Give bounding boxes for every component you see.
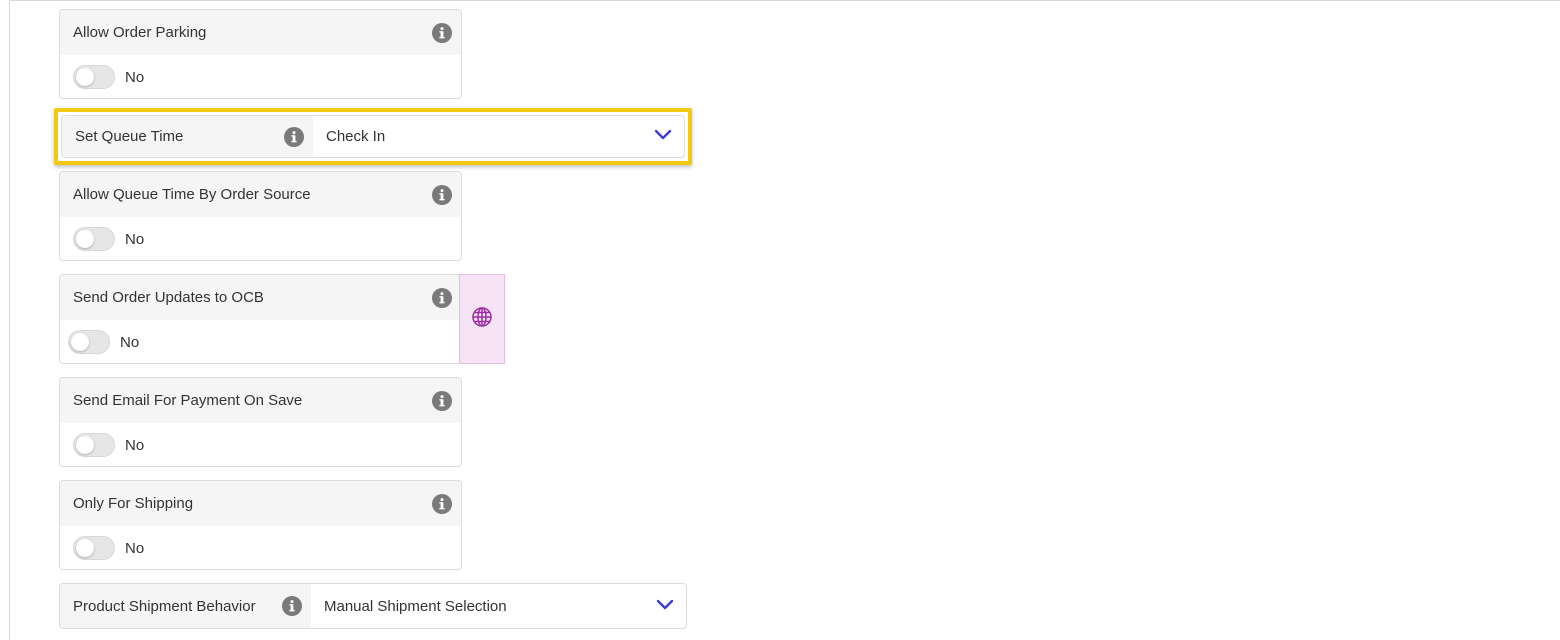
toggle-value-label: No [125,230,145,248]
setting-send-order-updates-to-ocb: Send Order Updates to OCB No [59,274,462,364]
info-icon[interactable] [432,287,452,308]
info-icon[interactable] [432,493,452,514]
select-value: Manual Shipment Selection [324,597,507,615]
setting-allow-queue-time-by-order-source: Allow Queue Time By Order Source No [59,171,462,261]
send-email-for-payment-on-save-toggle[interactable] [73,433,115,457]
info-icon[interactable] [432,22,452,43]
setting-product-shipment-behavior: Product Shipment Behavior Manual Shipmen… [59,583,687,629]
toggle-knob [76,68,94,86]
page-border-left [9,0,10,640]
toggle-knob [76,539,94,557]
setting-header: Send Order Updates to OCB [60,275,461,320]
only-for-shipping-toggle[interactable] [73,536,115,560]
setting-title: Set Queue Time [75,128,184,145]
globe-button[interactable] [459,274,505,364]
setting-body: No [60,217,461,260]
queue-time-select[interactable]: Check In [313,116,684,157]
setting-body: No [60,55,461,98]
toggle-value-label: No [125,68,145,86]
highlight-frame: Set Queue Time Check In [54,108,692,165]
setting-header: Allow Order Parking [60,10,461,55]
setting-only-for-shipping: Only For Shipping No [59,480,462,570]
setting-body: No [60,526,461,569]
allow-order-parking-toggle[interactable] [73,65,115,89]
setting-label-cell: Product Shipment Behavior [60,584,311,628]
toggle-value-label: No [125,539,145,557]
setting-header: Only For Shipping [60,481,461,526]
setting-header: Allow Queue Time By Order Source [60,172,461,217]
toggle-knob [71,333,89,351]
globe-icon [471,306,493,333]
setting-allow-order-parking: Allow Order Parking No [59,9,462,99]
allow-queue-time-by-order-source-toggle[interactable] [73,227,115,251]
select-value: Check In [326,128,386,145]
setting-title: Send Order Updates to OCB [73,289,264,306]
chevron-down-icon [656,598,674,615]
setting-title: Allow Order Parking [73,24,207,41]
setting-label-cell: Set Queue Time [62,116,313,157]
info-icon[interactable] [432,184,452,205]
setting-header: Send Email For Payment On Save [60,378,461,423]
info-icon[interactable] [432,390,452,411]
setting-body: No [60,423,461,466]
page-border-top [9,0,1560,1]
product-shipment-behavior-select[interactable]: Manual Shipment Selection [311,584,686,628]
send-order-updates-to-ocb-toggle[interactable] [68,330,110,354]
setting-title: Product Shipment Behavior [73,597,256,615]
setting-set-queue-time: Set Queue Time Check In [61,115,685,158]
chevron-down-icon [654,128,672,145]
toggle-knob [76,436,94,454]
toggle-value-label: No [125,436,145,454]
info-icon[interactable] [282,596,302,616]
toggle-value-label: No [120,333,140,351]
setting-title: Send Email For Payment On Save [73,392,303,409]
setting-send-email-for-payment-on-save: Send Email For Payment On Save No [59,377,462,467]
setting-title: Allow Queue Time By Order Source [73,186,311,203]
setting-body: No [60,320,461,363]
info-icon[interactable] [284,126,304,147]
setting-title: Only For Shipping [73,495,194,512]
toggle-knob [76,230,94,248]
